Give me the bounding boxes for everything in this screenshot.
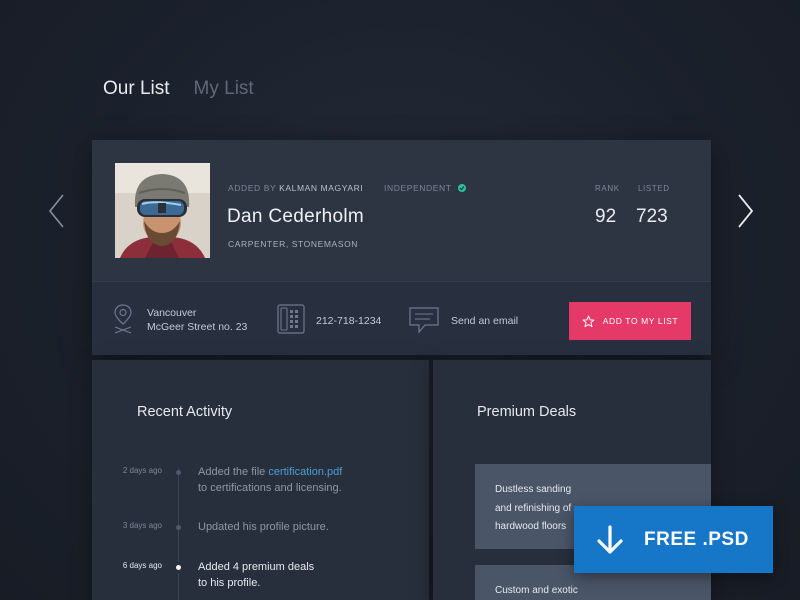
listed-value: 723 (636, 206, 668, 227)
verified-icon (458, 184, 467, 192)
profile-card: ADDED BY KALMAN MAGYARI INDEPENDENT Dan … (92, 140, 711, 355)
meta-row: ADDED BY KALMAN MAGYARI INDEPENDENT (228, 183, 467, 193)
activity-date: 6 days ago (122, 561, 162, 570)
location-pin-icon (114, 304, 132, 334)
deal-text-line: Dustless sanding (495, 484, 572, 495)
timeline-line (178, 468, 179, 600)
previous-arrow-button[interactable] (45, 192, 69, 230)
contact-bar: Vancouver McGeer Street no. 23 212-718-1… (92, 281, 711, 355)
free-psd-label: FREE .PSD (644, 528, 749, 550)
profession: CARPENTER, STONEMASON (228, 239, 359, 249)
added-by-prefix: ADDED BY (228, 183, 277, 193)
certification-file-link[interactable]: certification.pdf (268, 466, 342, 478)
phone-number[interactable]: 212-718-1234 (316, 314, 381, 328)
activity-text-part: Added the file (198, 466, 269, 478)
address: Vancouver McGeer Street no. 23 (147, 306, 247, 334)
rank-label: RANK (595, 184, 620, 193)
profile-name: Dan Cederholm (227, 206, 364, 227)
chevron-right-icon (738, 194, 754, 228)
activity-text: Added the file certification.pdf to cert… (198, 464, 418, 496)
activity-date: 3 days ago (122, 521, 162, 530)
add-to-my-list-button[interactable]: ADD TO MY LIST (569, 302, 691, 340)
chevron-left-icon (48, 194, 64, 228)
deal-text: Custom and exotic (475, 582, 711, 600)
download-arrow-icon (597, 524, 623, 554)
profile-header: ADDED BY KALMAN MAGYARI INDEPENDENT Dan … (92, 140, 711, 281)
activity-date: 2 days ago (122, 466, 162, 475)
added-by: ADDED BY KALMAN MAGYARI (228, 183, 363, 193)
listed-label: LISTED (638, 184, 670, 193)
status-badge: INDEPENDENT (384, 183, 467, 193)
rank-value: 92 (595, 206, 617, 227)
timeline-dot-current (176, 565, 181, 570)
activity-text-part: to certifications and licensing. (198, 482, 342, 494)
add-to-my-list-label: ADD TO MY LIST (602, 316, 679, 326)
send-email-link[interactable]: Send an email (451, 314, 518, 328)
chat-icon (409, 307, 439, 334)
avatar-photo (115, 163, 210, 258)
address-street: McGeer Street no. 23 (147, 321, 248, 333)
free-psd-download-button[interactable]: FREE .PSD (574, 506, 773, 573)
added-by-name[interactable]: KALMAN MAGYARI (279, 183, 363, 193)
timeline-dot (176, 525, 181, 530)
premium-deals-title: Premium Deals (477, 404, 577, 420)
tab-my-list[interactable]: My List (194, 78, 254, 100)
activity-text-line: to his profile. (198, 577, 261, 589)
recent-activity-panel: Recent Activity 2 days ago Added the fil… (92, 360, 429, 600)
address-city: Vancouver (147, 307, 197, 319)
star-icon (582, 315, 595, 327)
activity-text: Added 4 premium deals to his profile. (198, 559, 418, 591)
tab-our-list[interactable]: Our List (103, 78, 170, 100)
status-label: INDEPENDENT (384, 183, 452, 193)
next-arrow-button[interactable] (733, 192, 757, 230)
recent-activity-title: Recent Activity (137, 404, 233, 420)
list-tabs: Our List My List (103, 78, 254, 100)
timeline-dot (176, 470, 181, 475)
phone-icon (277, 304, 305, 334)
deal-text-line: Custom and exotic (495, 585, 578, 596)
activity-text: Updated his profile picture. (198, 521, 329, 533)
avatar (115, 163, 210, 258)
activity-text-line: Added 4 premium deals (198, 561, 315, 573)
